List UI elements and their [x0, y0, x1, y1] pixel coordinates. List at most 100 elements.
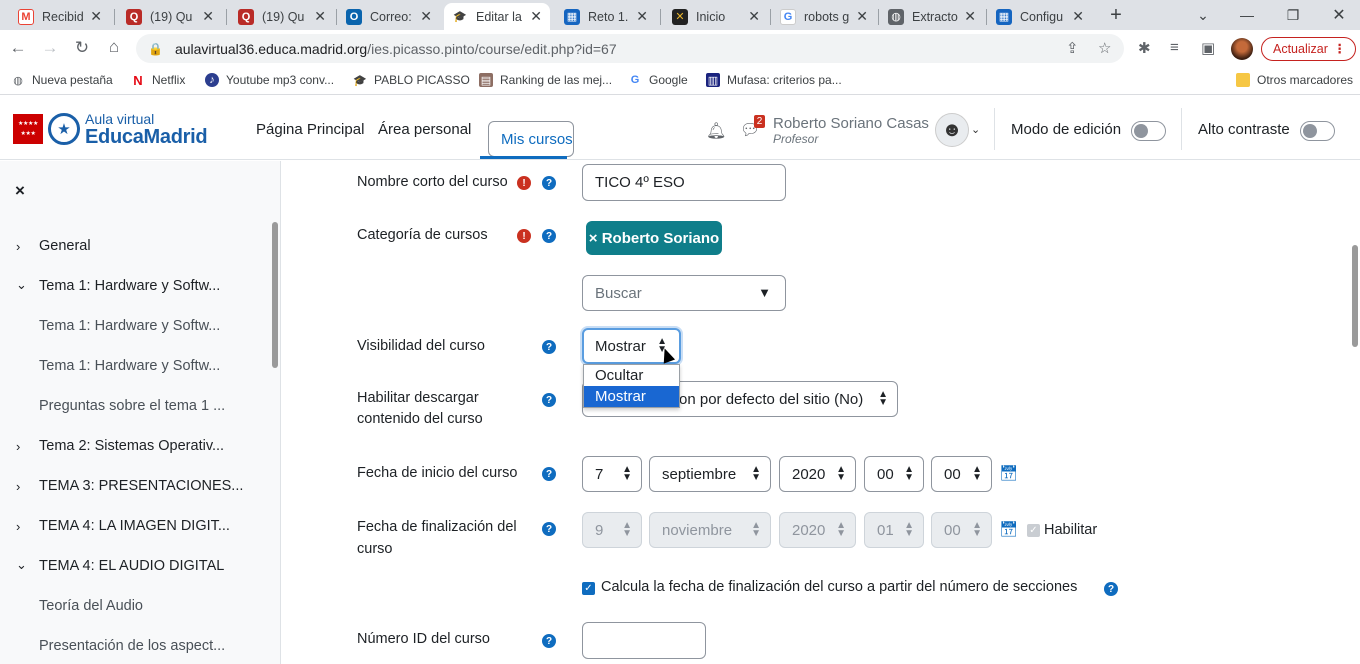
help-icon[interactable]: ? — [542, 467, 556, 481]
browser-tab-moodle-active[interactable]: 🎓 Editar la ✕ — [444, 3, 550, 30]
drawer-subitem[interactable]: Preguntas sobre el tema 1 ... — [39, 398, 225, 414]
drawer-item-general[interactable]: General — [39, 238, 91, 254]
bell-icon[interactable]: 🔔︎ — [706, 121, 726, 141]
category-chip-roberto-soriano[interactable]: × Roberto Soriano — [586, 221, 722, 255]
bookmark-ranking[interactable]: ▤ Ranking de las mej... — [479, 73, 612, 87]
drawer-scrollbar[interactable] — [272, 222, 278, 368]
side-panel-icon[interactable]: ▣ — [1201, 39, 1215, 57]
end-day-select[interactable]: 9 ▲ ▼ — [582, 512, 642, 548]
start-hour-select[interactable]: 00 ▲ ▼ — [864, 456, 924, 492]
drawer-item-tema2[interactable]: Tema 2: Sistemas Operativ... — [39, 438, 224, 454]
browser-tab-google[interactable]: G robots g ✕ — [772, 3, 876, 30]
calc-end-date-checkbox[interactable]: ✓ — [582, 582, 595, 595]
user-name[interactable]: Roberto Soriano Casas — [773, 115, 929, 132]
chevron-down-icon[interactable]: ⌄ — [16, 277, 27, 293]
start-year-select[interactable]: 2020 ▲ ▼ — [779, 456, 856, 492]
help-icon[interactable]: ? — [542, 176, 556, 190]
help-icon[interactable]: ? — [542, 229, 556, 243]
browser-tab-quora-1[interactable]: Q (19) Qu ✕ — [118, 3, 222, 30]
close-icon[interactable]: ✕ — [530, 8, 542, 25]
short-name-input[interactable]: TICO 4º ESO — [582, 164, 786, 201]
forward-icon[interactable]: → — [40, 38, 60, 58]
start-minute-select[interactable]: 00 ▲ ▼ — [931, 456, 992, 492]
drawer-subitem[interactable]: Presentación de los aspect... — [39, 638, 225, 654]
extensions-icon[interactable]: ✱ — [1138, 39, 1151, 57]
drawer-item-tema4-audio[interactable]: TEMA 4: EL AUDIO DIGITAL — [39, 558, 224, 574]
chevron-right-icon[interactable]: › — [16, 519, 20, 534]
home-icon[interactable]: ⌂ — [104, 37, 124, 57]
drawer-subitem[interactable]: Tema 1: Hardware y Softw... — [39, 318, 220, 334]
madrid-flag-logo[interactable]: ★ ★ ★ ★ ★ ★ ★ — [13, 114, 43, 144]
option-ocultar[interactable]: Ocultar — [584, 365, 679, 386]
logo-title[interactable]: EducaMadrid — [85, 126, 208, 149]
help-icon[interactable]: ? — [542, 522, 556, 536]
drawer-item-tema4-imagen[interactable]: TEMA 4: LA IMAGEN DIGIT... — [39, 518, 230, 534]
help-icon[interactable]: ? — [542, 340, 556, 354]
drawer-item-tema3[interactable]: TEMA 3: PRESENTACIONES... — [39, 478, 243, 494]
share-icon[interactable]: ⇪ — [1066, 39, 1079, 57]
close-icon[interactable]: ✕ — [748, 8, 760, 25]
end-minute-select[interactable]: 00 ▲ ▼ — [931, 512, 992, 548]
nav-area-personal[interactable]: Área personal — [378, 121, 471, 138]
close-icon[interactable]: ✕ — [1072, 8, 1084, 25]
drawer-subitem[interactable]: Teoría del Audio — [39, 598, 143, 614]
drawer-item-tema1[interactable]: Tema 1: Hardware y Softw... — [39, 278, 220, 294]
window-close-icon[interactable]: ✕ — [1316, 0, 1360, 30]
bookmark-pablo-picasso[interactable]: 🎓 PABLO PICASSO — [353, 73, 470, 87]
start-month-select[interactable]: septiembre ▲ ▼ — [649, 456, 771, 492]
minimize-icon[interactable]: — — [1224, 0, 1270, 30]
browser-tab-configu[interactable]: ▦ Configu ✕ — [988, 3, 1092, 30]
close-icon[interactable]: ✕ — [314, 8, 326, 25]
bookmark-youtube-mp3[interactable]: ♪ Youtube mp3 conv... — [205, 73, 334, 87]
chevron-right-icon[interactable]: › — [16, 239, 20, 254]
bookmark-netflix[interactable]: N Netflix — [131, 73, 185, 88]
reload-icon[interactable]: ↻ — [72, 38, 92, 58]
end-month-select[interactable]: noviembre ▲ ▼ — [649, 512, 771, 548]
drawer-subitem[interactable]: Tema 1: Hardware y Softw... — [39, 358, 220, 374]
tab-search-icon[interactable]: ⌄ — [1180, 0, 1226, 30]
address-bar[interactable]: 🔒 aulavirtual36.educa.madrid.org/ies.pic… — [136, 34, 1124, 63]
browser-tab-outlook[interactable]: O Correo: ✕ — [338, 3, 440, 30]
browser-tab-extracto[interactable]: ◍ Extracto ✕ — [880, 3, 984, 30]
start-day-select[interactable]: 7 ▲ ▼ — [582, 456, 642, 492]
bookmark-star-icon[interactable]: ☆ — [1098, 39, 1111, 57]
close-icon[interactable]: ✕ — [202, 8, 214, 25]
back-icon[interactable]: ← — [8, 38, 28, 58]
edit-mode-toggle[interactable] — [1131, 121, 1166, 141]
bookmark-mufasa[interactable]: ▥ Mufasa: criterios pa... — [706, 73, 842, 87]
help-icon[interactable]: ? — [542, 634, 556, 648]
bookmark-nueva-pestana[interactable]: ◍ Nueva pestaña — [11, 73, 113, 87]
update-button[interactable]: Actualizar ⋮ — [1261, 37, 1356, 61]
educamadrid-logo-icon[interactable]: ★ — [48, 113, 80, 145]
close-icon[interactable]: ✕ — [636, 8, 648, 25]
option-mostrar[interactable]: Mostrar — [584, 386, 679, 407]
close-icon[interactable]: ✕ — [420, 8, 432, 25]
nav-mis-cursos[interactable]: Mis cursos — [488, 121, 574, 157]
close-drawer-icon[interactable]: × — [15, 181, 25, 201]
new-tab-button[interactable]: + — [1093, 0, 1139, 30]
page-scrollbar[interactable] — [1352, 245, 1358, 347]
calendar-icon[interactable]: 📅︎ — [999, 464, 1018, 482]
browser-tab-gmail[interactable]: M Recibido✕ — [10, 3, 110, 30]
end-year-select[interactable]: 2020 ▲ ▼ — [779, 512, 856, 548]
help-icon[interactable]: ? — [542, 393, 556, 407]
calendar-icon[interactable]: 📅︎ — [999, 520, 1018, 538]
enable-end-date-checkbox[interactable]: ✓ — [1027, 524, 1040, 537]
browser-tab-reto[interactable]: ▦ Reto 1. ✕ — [556, 3, 656, 30]
user-avatar[interactable]: ☻ — [935, 113, 969, 147]
chevron-down-icon[interactable]: ⌄ — [971, 123, 980, 136]
profile-avatar[interactable] — [1231, 38, 1253, 60]
close-icon[interactable]: ✕ — [856, 8, 868, 25]
browser-tab-inicio[interactable]: ✕ Inicio ✕ — [664, 3, 768, 30]
browser-tab-quora-2[interactable]: Q (19) Qu ✕ — [230, 3, 334, 30]
chevron-down-icon[interactable]: ⌄ — [16, 557, 27, 573]
chevron-right-icon[interactable]: › — [16, 439, 20, 454]
media-icon[interactable]: ≡ — [1170, 39, 1179, 56]
nav-pagina-principal[interactable]: Página Principal — [256, 121, 364, 138]
restore-icon[interactable]: ❐ — [1270, 0, 1316, 30]
bookmark-otros[interactable]: ■ Otros marcadores — [1236, 73, 1353, 87]
high-contrast-toggle[interactable] — [1300, 121, 1335, 141]
close-icon[interactable]: ✕ — [90, 8, 102, 25]
end-hour-select[interactable]: 01 ▲ ▼ — [864, 512, 924, 548]
close-icon[interactable]: ✕ — [964, 8, 976, 25]
